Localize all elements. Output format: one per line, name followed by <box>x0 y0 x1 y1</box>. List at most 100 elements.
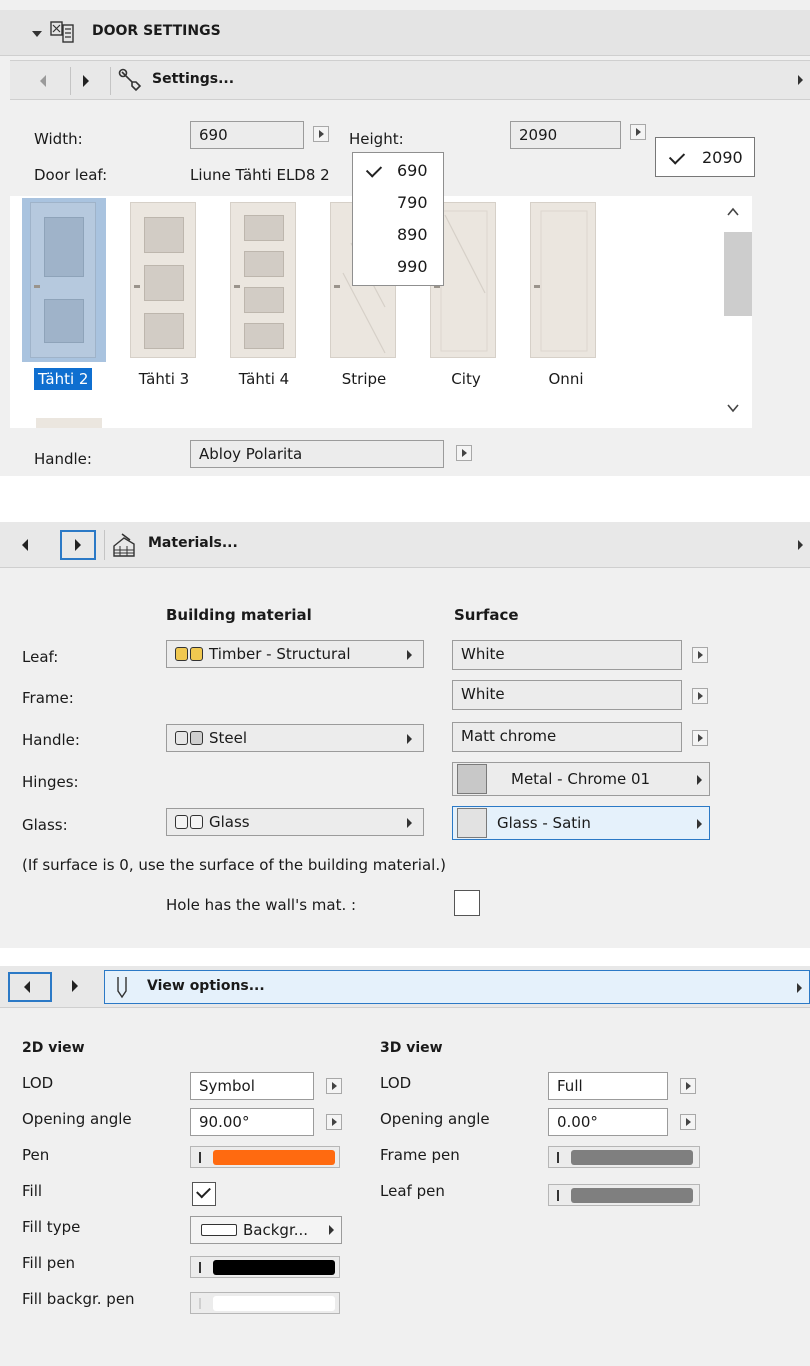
door-thumb-tahti-2[interactable] <box>22 198 106 362</box>
checkmark-icon <box>196 1183 211 1199</box>
handle-surface[interactable]: Matt chrome <box>452 722 682 752</box>
frame-pen-selector[interactable] <box>548 1146 700 1168</box>
hinges-surface[interactable]: Metal - Chrome 01 <box>452 762 710 796</box>
gallery-partial-thumb <box>36 418 102 428</box>
frame-surface-button[interactable] <box>692 688 708 704</box>
settings-button[interactable]: Settings... <box>152 71 234 87</box>
door-label-stripe[interactable]: Stripe <box>319 370 409 388</box>
settings-bar: Settings... <box>10 60 810 100</box>
selected-check-icon <box>365 161 383 178</box>
3d-opening-angle-field[interactable]: 0.00° <box>548 1108 668 1136</box>
material-row-label: Frame: <box>22 689 74 707</box>
hole-wall-mat-checkbox[interactable] <box>454 890 480 916</box>
next-page-icon[interactable] <box>83 75 89 87</box>
door-label-onni[interactable]: Onni <box>521 370 611 388</box>
3d-lod-button[interactable] <box>680 1078 696 1094</box>
hole-wall-mat-label: Hole has the wall's mat. : <box>166 896 357 914</box>
fill-pen-color-swatch <box>213 1260 335 1275</box>
view-options-button[interactable]: View options... <box>104 970 810 1004</box>
door-thumb-tahti-3[interactable] <box>122 198 206 362</box>
materials-icon <box>113 533 135 557</box>
materials-expand-icon[interactable] <box>798 540 803 550</box>
door-settings-header[interactable]: DOOR SETTINGS <box>0 10 810 56</box>
selected-door-label[interactable]: Tähti 2 <box>34 368 93 390</box>
width-dropdown-button[interactable] <box>313 126 329 142</box>
building-material-heading: Building material <box>166 606 312 624</box>
settings-expand-icon[interactable] <box>798 75 803 85</box>
width-options-menu: 690 790 890 990 <box>352 152 444 286</box>
fill-backgr-pen-selector[interactable] <box>190 1292 340 1314</box>
material-swatch-icon <box>175 647 205 661</box>
door-thumb-tahti-4[interactable] <box>222 198 306 362</box>
width-option-790[interactable]: 790 <box>397 193 428 212</box>
3d-lod-field[interactable]: Full <box>548 1072 668 1100</box>
door-leaf-label: Door leaf: <box>34 166 108 184</box>
scroll-up-icon[interactable] <box>725 206 741 218</box>
surface-note: (If surface is 0, use the surface of the… <box>22 856 446 874</box>
handle-dropdown-button[interactable] <box>456 445 472 461</box>
width-label: Width: <box>34 130 83 148</box>
pen-selector[interactable] <box>190 1146 340 1168</box>
width-option-690[interactable]: 690 <box>397 161 428 180</box>
surface-swatch-icon <box>457 808 487 838</box>
material-row-label: Glass: <box>22 816 68 834</box>
2d-opening-angle-button[interactable] <box>326 1114 342 1130</box>
height-field[interactable]: 2090 <box>510 121 621 149</box>
leaf-pen-label: Leaf pen <box>380 1182 445 1200</box>
handle-building-material[interactable]: Steel <box>166 724 424 752</box>
width-option-990[interactable]: 990 <box>397 257 428 276</box>
width-field[interactable]: 690 <box>190 121 304 149</box>
glass-surface[interactable]: Glass - Satin <box>452 806 710 840</box>
surface-swatch-icon <box>457 764 487 794</box>
3d-opening-angle-button[interactable] <box>680 1114 696 1130</box>
view-prev-button[interactable] <box>8 972 52 1002</box>
wrench-icon <box>118 68 142 92</box>
3d-view-heading: 3D view <box>380 1040 443 1056</box>
pen-color-swatch <box>213 1150 335 1165</box>
2d-opening-angle-label: Opening angle <box>22 1110 132 1128</box>
collapse-icon[interactable] <box>32 31 42 37</box>
materials-bar: Materials... <box>0 522 810 568</box>
2d-lod-field[interactable]: Symbol <box>190 1072 314 1100</box>
gallery-scrollbar-thumb[interactable] <box>724 232 752 316</box>
material-row-label: Handle: <box>22 731 80 749</box>
material-swatch-icon <box>175 815 205 829</box>
frame-surface[interactable]: White <box>452 680 682 710</box>
fill-backgr-pen-color-swatch <box>213 1296 335 1311</box>
height-label: Height: <box>349 130 404 148</box>
leaf-surface-button[interactable] <box>692 647 708 663</box>
handle-surface-button[interactable] <box>692 730 708 746</box>
prev-page-icon[interactable] <box>40 75 46 87</box>
fill-type-selector[interactable]: Backgr... <box>190 1216 342 1244</box>
handle-label: Handle: <box>34 450 92 468</box>
handle-field[interactable]: Abloy Polarita <box>190 440 444 468</box>
height-dropdown-button[interactable] <box>630 124 646 140</box>
material-row-label: Leaf: <box>22 648 59 666</box>
fill-label: Fill <box>22 1182 43 1200</box>
material-row-label: Hinges: <box>22 773 79 791</box>
door-leaf-value: Liune Tähti ELD8 2 <box>190 166 330 184</box>
door-label-city[interactable]: City <box>421 370 511 388</box>
2d-lod-label: LOD <box>22 1074 54 1092</box>
leaf-building-material[interactable]: Timber - Structural <box>166 640 424 668</box>
pen-label: Pen <box>22 1146 50 1164</box>
door-label-tahti-3[interactable]: Tähti 3 <box>119 370 209 388</box>
2d-lod-button[interactable] <box>326 1078 342 1094</box>
fill-pattern-icon <box>201 1224 237 1236</box>
view-options-bar: View options... <box>0 966 810 1008</box>
fill-checkbox[interactable] <box>192 1182 216 1206</box>
fill-pen-selector[interactable] <box>190 1256 340 1278</box>
frame-pen-label: Frame pen <box>380 1146 460 1164</box>
view-next-button[interactable] <box>62 972 88 1000</box>
scroll-down-icon[interactable] <box>725 402 741 414</box>
materials-button[interactable]: Materials... <box>148 535 238 551</box>
leaf-surface[interactable]: White <box>452 640 682 670</box>
2d-opening-angle-field[interactable]: 90.00° <box>190 1108 314 1136</box>
materials-next-button[interactable] <box>60 530 96 560</box>
glass-building-material[interactable]: Glass <box>166 808 424 836</box>
leaf-pen-selector[interactable] <box>548 1184 700 1206</box>
door-thumb-onni[interactable] <box>522 198 606 362</box>
door-label-tahti-4[interactable]: Tähti 4 <box>219 370 309 388</box>
width-option-890[interactable]: 890 <box>397 225 428 244</box>
materials-prev-button[interactable] <box>14 531 40 559</box>
